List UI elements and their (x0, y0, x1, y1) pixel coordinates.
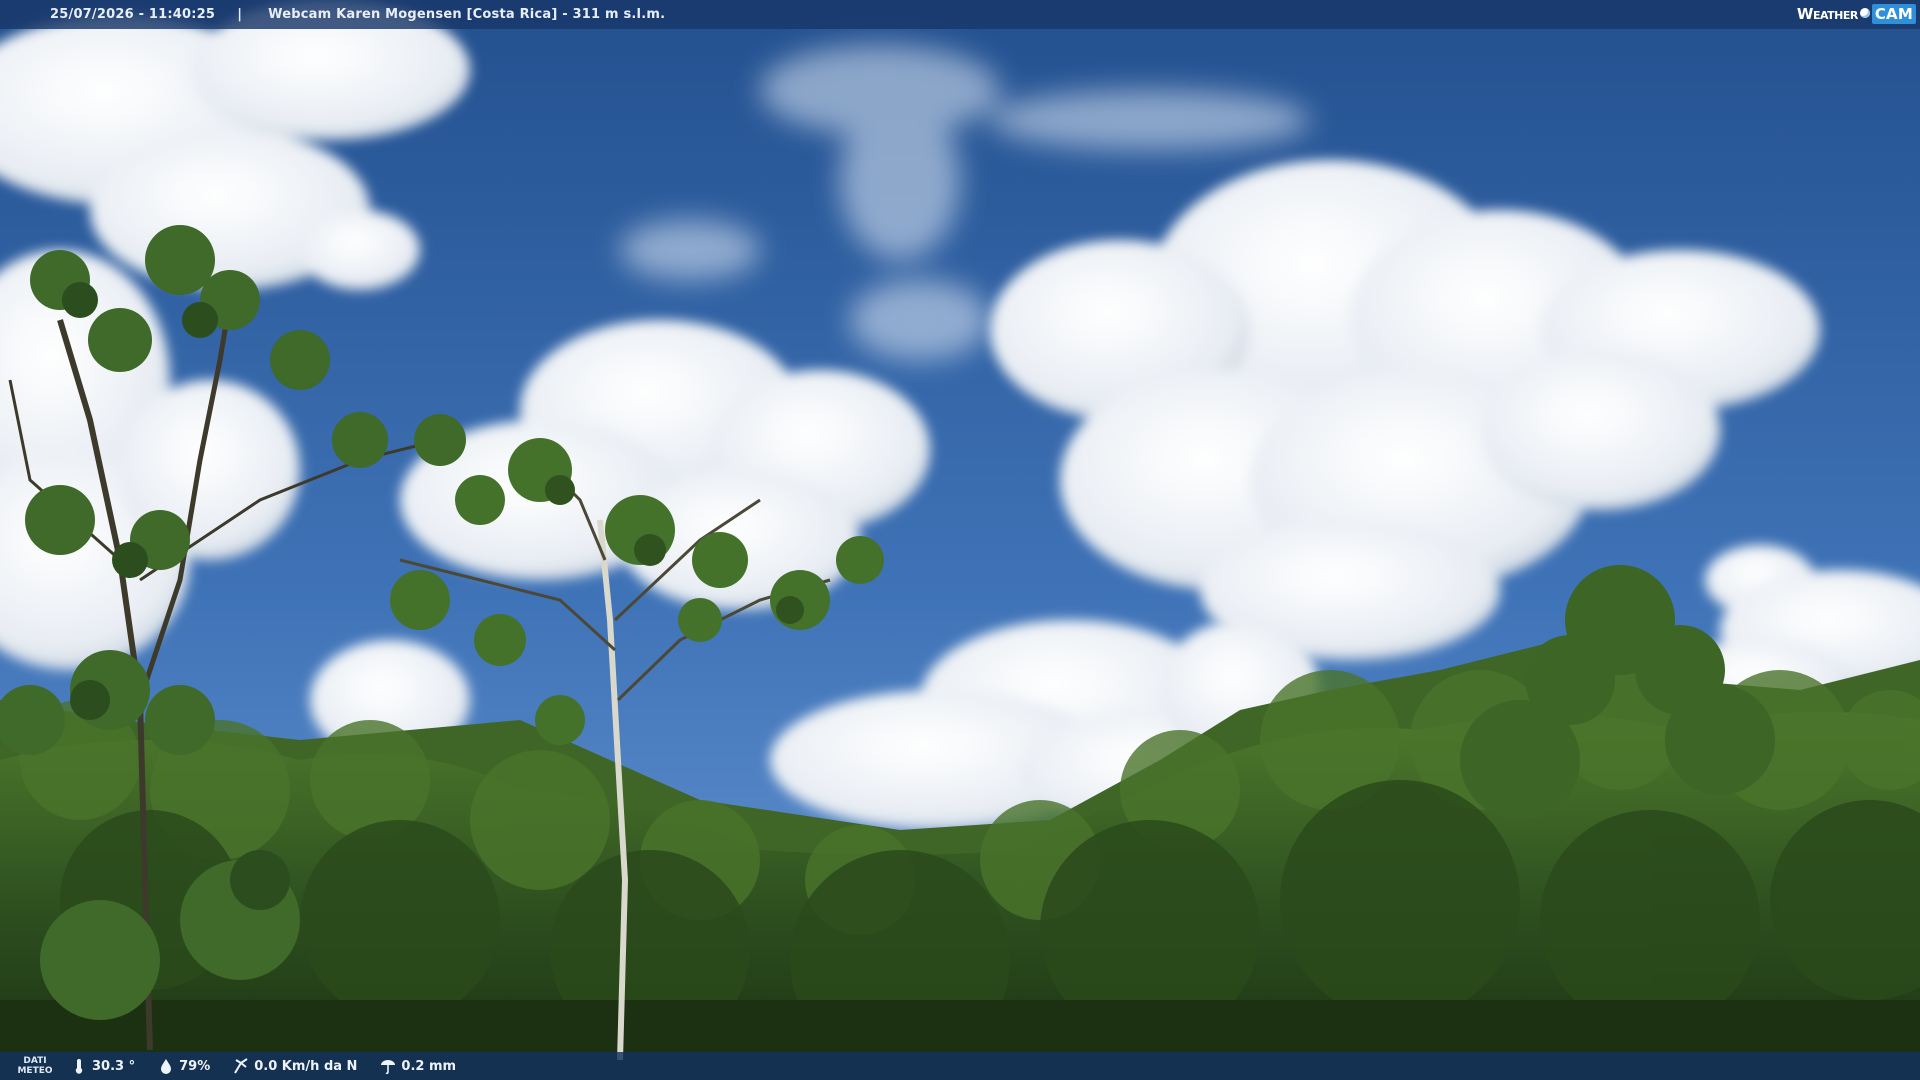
rain-value: 0.2 mm (401, 1058, 457, 1074)
webcam-scene (0, 0, 1920, 1080)
separator: | (237, 7, 243, 22)
dati-label-line1: DATI (23, 1056, 47, 1066)
top-info-bar: 25/07/2026 - 11:40:25 | Webcam Karen Mog… (0, 0, 1920, 29)
thermometer-icon (75, 1059, 83, 1074)
brand-dot-icon (1859, 8, 1870, 18)
dati-label-line2: METEO (17, 1066, 53, 1076)
wind-reading: 0.0 Km/h da N (232, 1057, 357, 1075)
humidity-drop-icon (161, 1059, 172, 1074)
webcam-title: Webcam Karen Mogensen [Costa Rica] - 311… (268, 7, 666, 22)
weathercam-logo: Weather CAM (1797, 3, 1916, 25)
temperature-reading: 30.3 ° (70, 1057, 135, 1075)
wind-value: 0.0 Km/h da N (254, 1058, 358, 1074)
timestamp: 25/07/2026 - 11:40:25 (50, 7, 216, 22)
brand-weather: Weather (1796, 5, 1858, 23)
wind-icon (234, 1058, 248, 1074)
rain-gauge-icon (381, 1060, 396, 1075)
weather-data-bar: DATI METEO 30.3 ° 79% 0.0 Km/h da N 0.2 … (0, 1052, 1920, 1080)
humidity-value: 79% (179, 1058, 211, 1074)
brand-cam: CAM (1871, 4, 1916, 24)
humidity-reading: 79% (157, 1057, 210, 1075)
rain-reading: 0.2 mm (379, 1057, 456, 1075)
temperature-value: 30.3 ° (92, 1058, 136, 1074)
dati-meteo-label: DATI METEO (0, 1056, 70, 1076)
